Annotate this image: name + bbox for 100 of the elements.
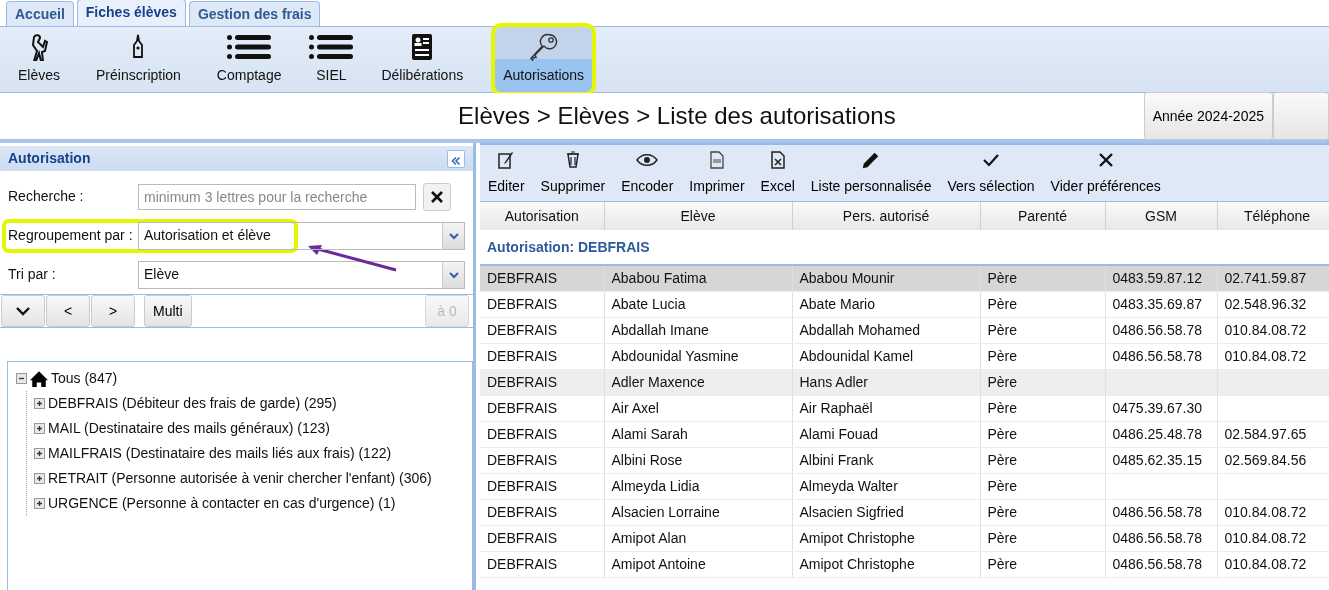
column-header[interactable]: Elève: [604, 202, 792, 230]
table-cell: 0486.56.58.78: [1105, 343, 1217, 369]
search-field[interactable]: minimum 3 lettres pour la recherche: [138, 183, 416, 210]
table-cell: Abdounidal Kamel: [792, 343, 980, 369]
column-header[interactable]: Pers. autorisé: [792, 202, 980, 230]
edit-icon: [498, 150, 515, 170]
tab[interactable]: Accueil: [6, 1, 74, 26]
toolbar-button[interactable]: Editer: [486, 150, 527, 197]
table-cell: Alami Fouad: [792, 421, 980, 447]
table-cell: Almeyda Lidia: [604, 473, 792, 499]
toolbar-button[interactable]: Vider préférences: [1048, 150, 1163, 197]
list-icon: [309, 33, 354, 61]
tree-item[interactable]: Tous (847): [51, 368, 118, 389]
field-label: Tri par :: [8, 265, 57, 284]
table-cell: 0486.56.58.78: [1105, 499, 1217, 525]
spreadsheet-icon: [770, 150, 785, 170]
table-cell: 0486.56.58.78: [1105, 551, 1217, 577]
collapse-icon[interactable]: [447, 149, 465, 168]
toolbar-button[interactable]: Encoder: [619, 150, 676, 197]
nav-button[interactable]: <: [46, 295, 90, 327]
table-cell: 02.548.96.32: [1217, 291, 1329, 317]
table-cell: DEBFRAIS: [480, 551, 604, 577]
column-header[interactable]: GSM: [1105, 202, 1217, 230]
column-header[interactable]: Parenté: [980, 202, 1105, 230]
table-cell: Alami Sarah: [604, 421, 792, 447]
table-cell: DEBFRAIS: [480, 317, 604, 343]
table-cell: 0483.35.69.87: [1105, 291, 1217, 317]
table-cell: Almeyda Walter: [792, 473, 980, 499]
ribbon-button[interactable]: Comptage: [208, 27, 290, 92]
table-cell: Père: [980, 473, 1105, 499]
tree-item[interactable]: RETRAIT (Personne autorisée à venir chercher l'enfant) (306): [48, 468, 432, 489]
clear-button[interactable]: [423, 182, 451, 211]
table-cell: 010.84.08.72: [1217, 343, 1329, 369]
field-label: Regroupement par :: [8, 226, 134, 245]
expand-button[interactable]: [1, 295, 45, 327]
tree-item[interactable]: URGENCE (Personne à contacter en cas d'urgence) (1): [48, 493, 396, 514]
table-cell: Air Axel: [604, 395, 792, 421]
caret-icon: [448, 231, 459, 240]
table-cell: DEBFRAIS: [480, 395, 604, 421]
expand-toggle-icon[interactable]: [34, 498, 45, 509]
toolbar-button[interactable]: Vers sélection: [945, 150, 1037, 197]
table-cell: Ababou Fatima: [604, 265, 792, 291]
trash-icon: [565, 150, 580, 170]
toolbar-button[interactable]: Imprimer: [687, 150, 747, 197]
tree-item[interactable]: DEBFRAIS (Débiteur des frais de garde) (295): [48, 393, 337, 414]
table-cell: 0486.56.58.78: [1105, 317, 1217, 343]
table-cell: 010.84.08.72: [1217, 499, 1329, 525]
table-cell: Père: [980, 447, 1105, 473]
table-cell: 010.84.08.72: [1217, 551, 1329, 577]
collapse-toggle-icon[interactable]: [16, 373, 27, 384]
table-cell: Albini Rose: [604, 447, 792, 473]
column-header[interactable]: Téléphone: [1217, 202, 1329, 230]
table-cell: 0483.59.87.12: [1105, 265, 1217, 291]
list-icon: [227, 33, 272, 61]
dropdown[interactable]: Elève: [138, 260, 465, 289]
table-cell: Amipot Antoine: [604, 551, 792, 577]
table-cell: DEBFRAIS: [480, 525, 604, 551]
tab[interactable]: Gestion des frais: [188, 1, 321, 26]
column-header[interactable]: Autorisation: [480, 202, 604, 230]
caret-icon: [448, 270, 459, 279]
table-cell: Père: [980, 551, 1105, 577]
table-cell: Père: [980, 291, 1105, 317]
table-cell: 02.584.97.65: [1217, 421, 1329, 447]
table-cell: DEBFRAIS: [480, 343, 604, 369]
dropdown[interactable]: Autorisation et élève: [138, 221, 465, 250]
home-icon: [30, 369, 48, 388]
close-icon: [430, 189, 444, 204]
table-cell: Père: [980, 421, 1105, 447]
tree-item[interactable]: MAILFRAIS (Destinataire des mails liés aux frais) (122): [48, 443, 392, 464]
table-cell: DEBFRAIS: [480, 265, 604, 291]
toolbar-button[interactable]: Liste personnalisée: [808, 150, 934, 197]
expand-toggle-icon[interactable]: [34, 473, 45, 484]
expand-toggle-icon[interactable]: [34, 398, 45, 409]
table-cell: 0486.25.48.78: [1105, 421, 1217, 447]
tree-item[interactable]: MAIL (Destinataire des mails généraux) (123): [48, 418, 330, 439]
toolbar-button[interactable]: Excel: [758, 150, 797, 197]
table-cell: DEBFRAIS: [480, 499, 604, 525]
table-cell: Amipot Alan: [604, 525, 792, 551]
table-cell: DEBFRAIS: [480, 421, 604, 447]
year-button[interactable]: Année 2024-2025: [1143, 92, 1273, 140]
ribbon-button[interactable]: Elèves: [10, 27, 69, 92]
ribbon-button[interactable]: Préinscription: [88, 27, 189, 92]
ribbon-button[interactable]: SIEL: [301, 27, 362, 92]
multi-button[interactable]: Multi: [144, 295, 192, 327]
key-icon: [529, 33, 558, 61]
panel-title: Autorisation: [8, 149, 91, 168]
tab[interactable]: Fiches élèves: [76, 0, 186, 26]
table-cell: Abdounidal Yasmine: [604, 343, 792, 369]
table-cell: DEBFRAIS: [480, 473, 604, 499]
expand-toggle-icon[interactable]: [34, 448, 45, 459]
expand-toggle-icon[interactable]: [34, 423, 45, 434]
table-cell: 02.741.59.87: [1217, 265, 1329, 291]
table-cell: DEBFRAIS: [480, 447, 604, 473]
table-cell: Amipot Christophe: [792, 525, 980, 551]
nav-button[interactable]: >: [91, 295, 135, 327]
table-cell: Père: [980, 343, 1105, 369]
table-cell: Père: [980, 395, 1105, 421]
toolbar-button[interactable]: Supprimer: [538, 150, 608, 197]
ribbon-button[interactable]: Délibérations: [373, 27, 472, 92]
pen-nib-icon: [131, 33, 146, 61]
